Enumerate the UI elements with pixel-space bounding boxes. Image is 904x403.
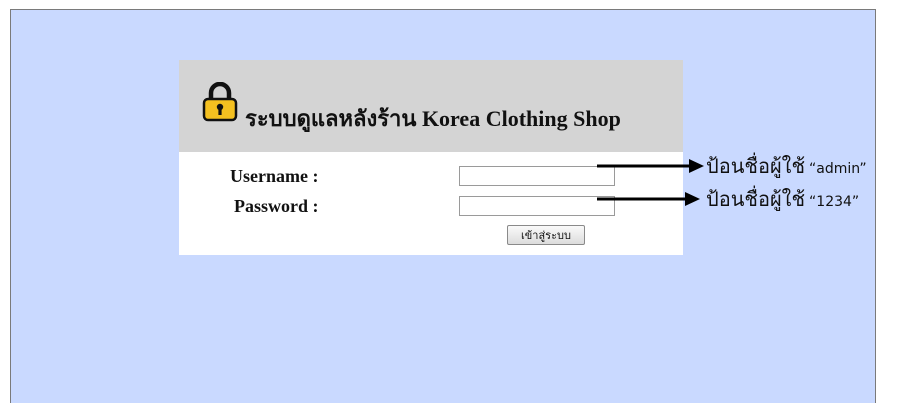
username-annotation: ป้อนชื่อผู้ใช้ “admin” bbox=[706, 150, 867, 182]
username-input[interactable] bbox=[459, 166, 615, 186]
screenshot-stage: ระบบดูแลหลังร้าน Korea Clothing Shop Use… bbox=[0, 0, 904, 403]
username-label: Username : bbox=[230, 166, 319, 186]
password-annotation-hint: “1234” bbox=[809, 194, 860, 210]
password-input[interactable] bbox=[459, 196, 615, 216]
login-header: ระบบดูแลหลังร้าน Korea Clothing Shop bbox=[179, 60, 683, 152]
lock-icon bbox=[202, 82, 238, 122]
password-annotation-text: ป้อนชื่อผู้ใช้ bbox=[706, 187, 806, 211]
password-label: Password : bbox=[234, 196, 319, 216]
username-annotation-hint: “admin” bbox=[809, 161, 867, 177]
login-button[interactable]: เข้าสู่ระบบ bbox=[507, 225, 585, 245]
password-annotation: ป้อนชื่อผู้ใช้ “1234” bbox=[706, 183, 859, 215]
login-form: Username : Password : เข้าสู่ระบบ bbox=[179, 152, 683, 255]
username-annotation-text: ป้อนชื่อผู้ใช้ bbox=[706, 154, 806, 178]
page-title: ระบบดูแลหลังร้าน Korea Clothing Shop bbox=[245, 106, 621, 131]
